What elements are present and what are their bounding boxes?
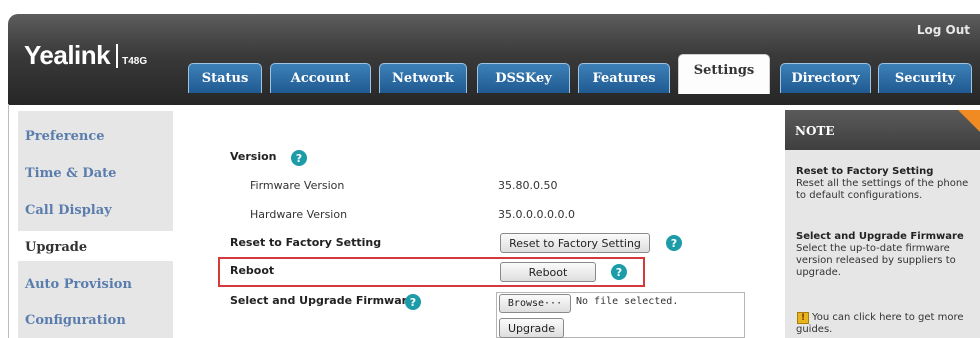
tab-account[interactable]: Account [270,63,371,93]
reboot-help-icon[interactable]: ? [611,264,627,280]
upgrade-help-icon[interactable]: ? [405,294,421,310]
reboot-label: Reboot [230,264,275,277]
web-admin-page: Yealink T48G Log Out Status Account Netw… [0,0,980,338]
version-help-icon[interactable]: ? [291,150,307,166]
note-guide-link[interactable]: You can click here to get more guides. [796,312,976,336]
note-corner-accent [958,110,980,132]
hardware-version-value: 35.0.0.0.0.0.0 [498,208,575,221]
tab-directory[interactable]: Directory [780,63,871,93]
reboot-button[interactable]: Reboot [500,262,596,282]
sidebar-item-time-date[interactable]: Time & Date [25,166,116,181]
firmware-version-value: 35.80.0.50 [498,179,558,192]
note-header: NOTE [785,110,980,150]
sidebar-item-call-display[interactable]: Call Display [25,203,112,218]
reset-help-icon[interactable]: ? [666,235,682,251]
sidebar-item-configuration[interactable]: Configuration [25,313,126,328]
tab-dsskey[interactable]: DSSKey [477,63,570,93]
note-upgrade-title: Select and Upgrade Firmware [796,231,964,242]
note-upgrade-text: Select the up-to-date firmware version r… [796,243,956,278]
yealink-logo: Yealink T48G [24,40,147,71]
sidebar-item-auto-provision[interactable]: Auto Provision [25,277,132,292]
sidebar [18,111,173,338]
tab-features[interactable]: Features [578,63,670,93]
logo-divider [116,44,119,68]
hardware-version-label: Hardware Version [250,208,348,221]
sidebar-item-upgrade[interactable]: Upgrade [25,240,87,255]
sidebar-item-preference[interactable]: Preference [25,129,105,144]
note-reset-title: Reset to Factory Setting [796,166,934,177]
tab-network[interactable]: Network [379,63,467,93]
reset-factory-button[interactable]: Reset to Factory Setting [500,233,650,253]
upgrade-firmware-label: Select and Upgrade Firmware [230,294,415,307]
logout-link[interactable]: Log Out [917,23,970,37]
file-status-text: No file selected. [576,296,679,307]
brand-name: Yealink [24,40,111,70]
tab-settings[interactable]: Settings [678,54,770,94]
upgrade-button[interactable]: Upgrade [499,318,564,338]
version-label: Version [230,150,277,163]
browse-button[interactable]: Browse··· [499,294,571,313]
note-reset-text: Reset all the settings of the phone to d… [796,178,969,201]
model-name: T48G [122,56,148,67]
tab-security[interactable]: Security [878,63,972,93]
firmware-version-label: Firmware Version [250,179,345,192]
reset-factory-label: Reset to Factory Setting [230,236,382,249]
tab-status[interactable]: Status [188,63,262,93]
